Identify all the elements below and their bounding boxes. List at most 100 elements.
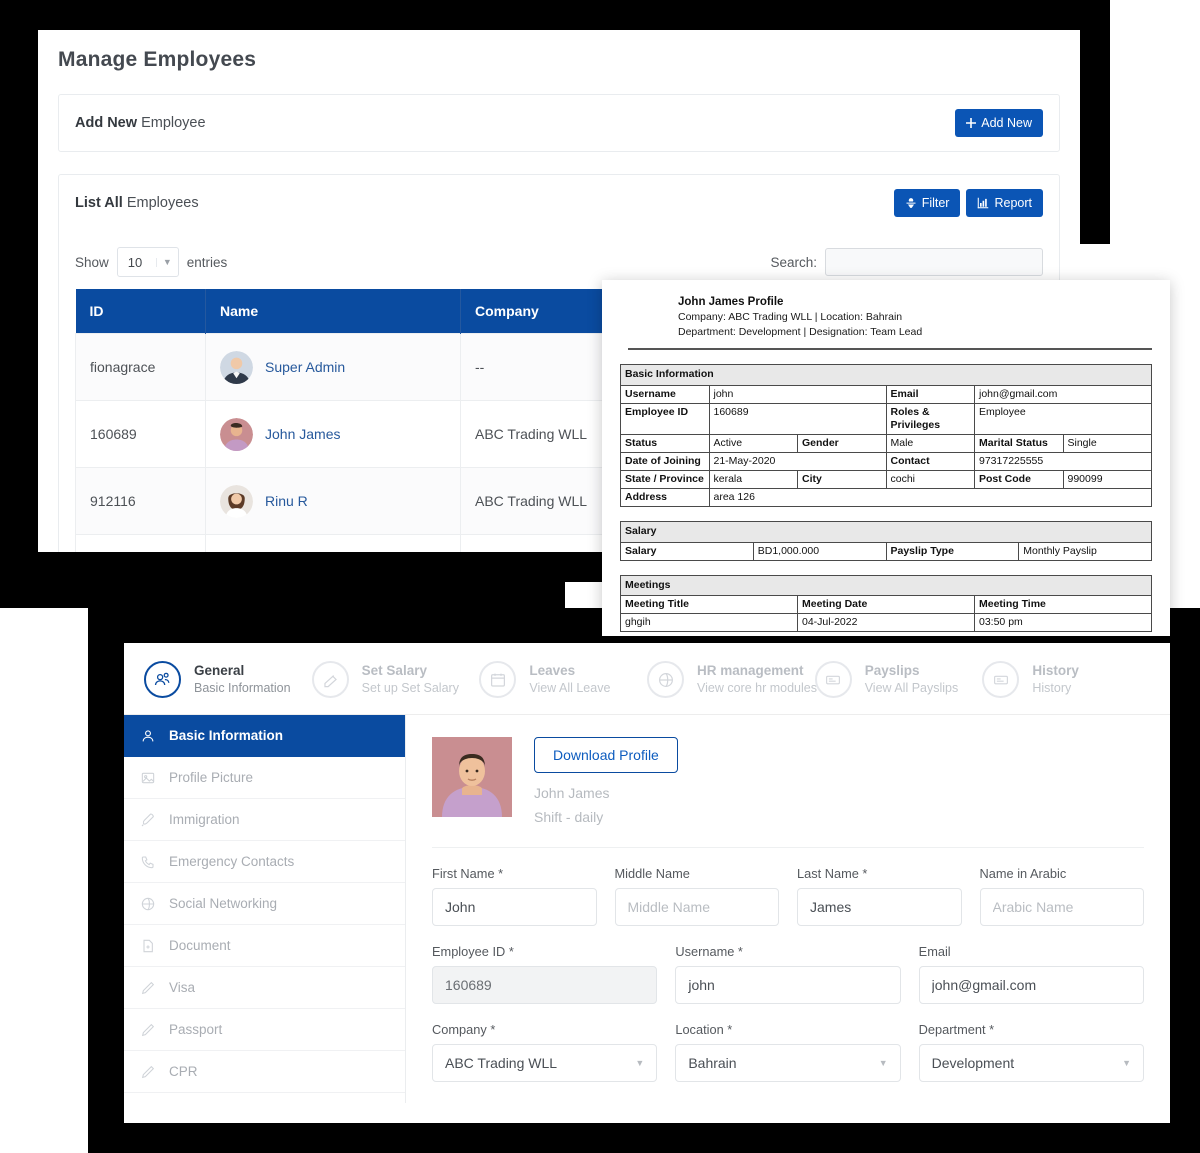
step-general[interactable]: General Basic Information <box>144 661 312 698</box>
date-of-joining-value: 21-May-2020 <box>708 452 887 472</box>
table-row: Status Active Gender Male Marital Status… <box>620 433 1152 454</box>
add-card-title-rest: Employee <box>141 115 206 131</box>
sidebar-item-cpr[interactable]: CPR <box>124 1051 405 1093</box>
section-header-row: Salary <box>620 521 1152 543</box>
list-card-title-bold: List All <box>75 195 123 211</box>
add-card-title-bold: Add New <box>75 115 138 131</box>
basic-information-section-label: Basic Information <box>620 364 1152 386</box>
roles-label: Roles & Privileges <box>885 402 975 435</box>
step-desc: View All Payslips <box>864 680 959 695</box>
step-title: Payslips <box>864 662 920 678</box>
step-desc: History <box>1032 680 1072 695</box>
sidebar-item-immigration[interactable]: Immigration <box>124 799 405 841</box>
column-header-company[interactable]: Company <box>460 289 621 334</box>
status-value: Active <box>708 433 798 454</box>
step-set-salary[interactable]: Set Salary Set up Set Salary <box>311 661 480 698</box>
employee-id-value: 160689 <box>708 402 887 435</box>
gender-value: Male <box>885 433 975 454</box>
employee-id-label: Employee ID * <box>432 944 514 959</box>
sidebar-item-document[interactable]: Document <box>124 925 405 967</box>
cell-company: ABC Trading WLL <box>460 467 621 535</box>
arabic-name-label: Name in Arabic <box>979 866 1067 881</box>
report-button[interactable]: Report <box>966 189 1043 217</box>
company-select[interactable]: ABC Trading WLL ▼ <box>432 1044 658 1082</box>
arabic-name-input[interactable] <box>979 888 1144 926</box>
employee-name-link[interactable]: Rinu R <box>265 493 308 509</box>
field-middle-name: Middle Name <box>614 866 779 926</box>
field-location: Location * Bahrain ▼ <box>675 1022 901 1082</box>
sidebar-item-social-networking[interactable]: Social Networking <box>124 883 405 925</box>
chevron-down-icon: ▼ <box>155 257 172 267</box>
step-text: General Basic Information <box>194 662 291 697</box>
city-label: City <box>797 470 887 490</box>
detail-side-nav: Basic Information Profile Picture Immigr… <box>124 715 406 1103</box>
salary-value: BD1,000.000 <box>752 541 887 561</box>
cell-name: Super Admin <box>205 333 461 401</box>
avatar <box>220 551 253 552</box>
employee-name-link[interactable]: Super Admin <box>265 359 345 375</box>
sidebar-item-label: Basic Information <box>169 728 284 743</box>
profile-summary: Download Profile John James Shift - dail… <box>432 737 1144 848</box>
page-size-select[interactable]: 10 ▼ <box>116 247 179 277</box>
salary-section-label: Salary <box>620 521 1152 543</box>
table-row: Salary BD1,000.000 Payslip Type Monthly … <box>620 541 1152 561</box>
filter-button[interactable]: Filter <box>893 189 961 217</box>
file-plus-icon <box>140 937 157 954</box>
step-payslips[interactable]: Payslips View All Payslips <box>814 661 983 698</box>
search-label: Search: <box>770 254 817 270</box>
column-header-name[interactable]: Name <box>205 289 461 334</box>
sidebar-item-visa[interactable]: Visa <box>124 967 405 1009</box>
column-header-id[interactable]: ID <box>75 289 206 334</box>
company-selected-value: ABC Trading WLL <box>445 1055 558 1071</box>
location-select[interactable]: Bahrain ▼ <box>675 1044 901 1082</box>
middle-name-input[interactable] <box>614 888 779 926</box>
backdrop-block <box>0 582 565 608</box>
field-department: Department * Development ▼ <box>918 1022 1144 1082</box>
table-header-row: Meeting Title Meeting Date Meeting Time <box>620 594 1152 614</box>
step-hr-management[interactable]: HR management View core hr modules <box>647 661 817 698</box>
roles-value: Employee <box>974 402 1152 435</box>
globe-icon <box>647 661 685 698</box>
add-new-employee-card: Add New Employee Add New <box>58 94 1060 152</box>
username-label: Username <box>620 384 710 404</box>
address-value: area 126 <box>708 488 1152 508</box>
sidebar-item-emergency-contacts[interactable]: Emergency Contacts <box>124 841 405 883</box>
gender-label: Gender <box>797 433 887 454</box>
first-name-input[interactable] <box>432 888 597 926</box>
sidebar-item-basic-information[interactable]: Basic Information <box>124 715 405 757</box>
location-selected-value: Bahrain <box>688 1055 737 1071</box>
download-profile-button[interactable]: Download Profile <box>534 737 678 773</box>
last-name-input[interactable] <box>797 888 962 926</box>
salary-label: Salary <box>620 541 754 561</box>
step-history[interactable]: History History <box>982 661 1150 698</box>
sidebar-item-label: Profile Picture <box>169 770 254 785</box>
username-label: Username * <box>675 944 743 959</box>
employee-profile-document: John James Profile Company: ABC Trading … <box>602 280 1170 636</box>
add-new-button[interactable]: Add New <box>955 109 1043 137</box>
meeting-title-header: Meeting Title <box>620 594 798 614</box>
address-label: Address <box>620 488 710 508</box>
sidebar-item-passport[interactable]: Passport <box>124 1009 405 1051</box>
sidebar-item-label: Visa <box>169 980 196 995</box>
profile-name: John James <box>534 785 610 801</box>
date-of-joining-label: Date of Joining <box>620 452 710 472</box>
field-employee-id: Employee ID * <box>432 944 658 1004</box>
show-entries-control: Show 10 ▼ entries <box>75 247 227 277</box>
globe-icon <box>140 895 157 912</box>
employee-name-link[interactable]: John James <box>265 426 340 442</box>
email-value: john@gmail.com <box>974 384 1152 404</box>
section-header-row: Meetings <box>620 574 1152 596</box>
state-province-value: kerala <box>708 470 798 490</box>
search-input[interactable] <box>825 248 1043 276</box>
email-input[interactable] <box>918 966 1144 1004</box>
username-input[interactable] <box>675 966 901 1004</box>
add-new-button-label: Add New <box>981 116 1032 130</box>
avatar <box>220 350 253 384</box>
step-leaves[interactable]: Leaves View All Leave <box>479 661 647 698</box>
form-main: Download Profile John James Shift - dail… <box>406 715 1170 1103</box>
sidebar-item-profile-picture[interactable]: Profile Picture <box>124 757 405 799</box>
cell-name: John James <box>205 400 461 468</box>
cell-name: Reni K R <box>205 534 461 552</box>
department-select[interactable]: Development ▼ <box>918 1044 1144 1082</box>
employee-detail-panel: General Basic Information Set Salary Set… <box>124 643 1170 1123</box>
